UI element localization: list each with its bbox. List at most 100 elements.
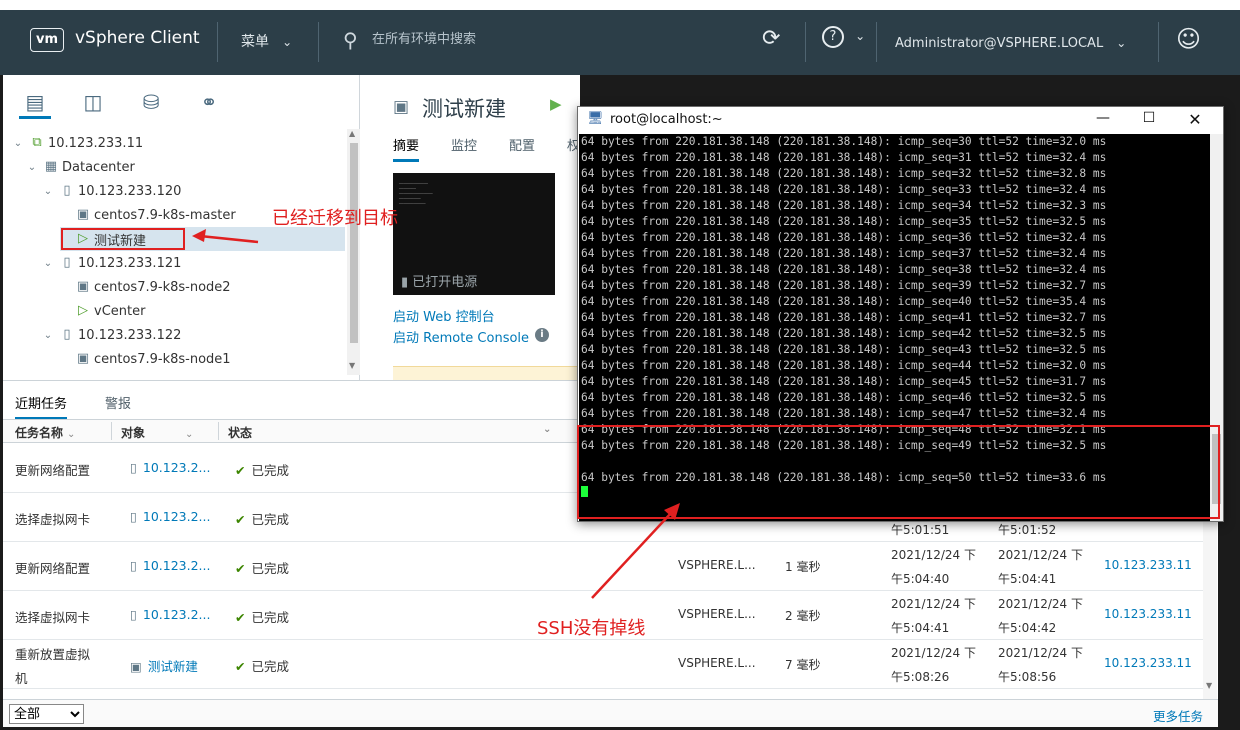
user-avatar-icon[interactable]: ☺ <box>1176 25 1201 53</box>
task-filter-select[interactable]: 全部 <box>9 704 84 724</box>
chevron-down-icon[interactable]: ⌄ <box>41 330 55 341</box>
tree-node-host[interactable]: ⌄ ▯ 10.123.233.122 <box>41 324 182 346</box>
chevron-down-icon[interactable]: ⌄ <box>11 138 25 149</box>
tree-node-vcenter[interactable]: ⌄ ⧉ 10.123.233.11 <box>11 132 143 154</box>
power-state-label: 已打开电源 <box>412 275 478 290</box>
close-icon[interactable]: ✕ <box>1175 110 1215 129</box>
search-input[interactable] <box>372 28 672 50</box>
terminal-line: 64 bytes from 220.181.38.148 (220.181.38… <box>581 391 1107 404</box>
tree-node-label: 10.123.233.11 <box>48 135 144 151</box>
vm-powered-on-icon: ▷ <box>78 303 88 318</box>
host-icon: ▯ <box>63 183 71 198</box>
console-thumbnail[interactable]: ──────────── ─────── ────────────── ───────… <box>393 173 555 295</box>
tree-node-vm[interactable]: ▣ centos7.9-k8s-master <box>75 204 236 226</box>
annotation-highlight-box <box>577 425 1220 519</box>
tree-node-vm[interactable]: ▣ centos7.9-k8s-node1 <box>75 348 231 370</box>
task-server-link[interactable]: 10.123.233.11 <box>1104 558 1192 572</box>
chevron-down-icon: ⌄ <box>185 429 194 440</box>
vm-icon: ▣ <box>76 351 90 366</box>
hosts-clusters-icon[interactable]: ▤ <box>19 87 51 119</box>
column-header-object[interactable]: 对象 ⌄ <box>121 424 193 441</box>
user-label: Administrator@VSPHERE.LOCAL <box>895 36 1104 51</box>
terminal-line: 64 bytes from 220.181.38.148 (220.181.38… <box>581 327 1107 340</box>
tasks-footer: 全部 更多任务 <box>3 699 1218 727</box>
task-object-link[interactable]: ▯ 10.123.2... <box>130 460 210 475</box>
column-divider[interactable] <box>111 422 112 440</box>
power-on-icon[interactable]: ▶ <box>550 95 562 113</box>
terminal-line: 64 bytes from 220.181.38.148 (220.181.38… <box>581 375 1107 388</box>
task-start-time: 午5:04:40 <box>891 572 950 586</box>
tree-node-host[interactable]: ⌄ ▯ 10.123.233.120 <box>41 180 182 202</box>
scrollbar-thumb[interactable] <box>350 143 358 343</box>
task-completion-time: 午5:08:56 <box>998 670 1057 684</box>
tree-scrollbar[interactable]: ▲ ▼ <box>347 129 361 375</box>
menu-button[interactable]: 菜单 ⌄ <box>241 31 292 51</box>
annotation-migrated: 已经迁移到目标 <box>272 208 398 229</box>
task-status-label: 已完成 <box>251 463 289 478</box>
help-menu[interactable]: ? ⌄ <box>822 25 865 48</box>
page-title: 测试新建 <box>422 97 506 121</box>
task-completion-time: 2021/12/24 下 <box>998 646 1083 660</box>
task-object-label: 10.123.2... <box>142 558 211 573</box>
user-menu[interactable]: Administrator@VSPHERE.LOCAL ⌄ <box>895 32 1126 51</box>
task-server-link[interactable]: 10.123.233.11 <box>1104 656 1192 670</box>
task-status: ✔ 已完成 <box>235 558 289 577</box>
menu-label: 菜单 <box>241 34 269 50</box>
vms-templates-icon[interactable]: ◫ <box>77 87 109 119</box>
task-object-label: 10.123.2... <box>142 460 211 475</box>
task-status: ✔ 已完成 <box>235 656 289 675</box>
chevron-down-icon[interactable]: ⌄ <box>25 162 39 173</box>
checkmark-icon: ✔ <box>235 463 246 478</box>
terminal-line: 64 bytes from 220.181.38.148 (220.181.38… <box>581 279 1107 292</box>
task-object-link[interactable]: ▯ 10.123.2... <box>130 607 210 622</box>
table-row[interactable]: 更新网络配置 ▯ 10.123.2... ✔ 已完成 VSPHERE.L... 1 … <box>3 542 1203 591</box>
table-row[interactable]: 重新放置虚拟 机 ▣ 测试新建 ✔ 已完成 VSPHERE.L... 7 毫秒 20… <box>3 640 1203 689</box>
tree-node-vm[interactable]: ▣ centos7.9-k8s-node2 <box>75 276 231 298</box>
tree-node-host[interactable]: ⌄ ▯ 10.123.233.121 <box>41 252 182 274</box>
info-icon[interactable]: i <box>535 328 549 342</box>
launch-remote-console-link[interactable]: 启动 Remote Console <box>393 327 529 346</box>
task-server-link[interactable]: 10.123.233.11 <box>1104 607 1192 621</box>
task-object-label: 10.123.2... <box>142 607 211 622</box>
refresh-icon[interactable]: ⟳ <box>762 26 780 51</box>
chevron-down-icon[interactable]: ⌄ <box>41 186 55 197</box>
task-object-label: 10.123.2... <box>142 509 211 524</box>
chevron-down-icon[interactable]: ⌄ <box>41 258 55 269</box>
maximize-icon[interactable]: ☐ <box>1129 110 1169 126</box>
checkmark-icon: ✔ <box>235 610 246 625</box>
tree-node-datacenter[interactable]: ⌄ ▦ Datacenter <box>25 156 135 178</box>
column-header-task-name[interactable]: 任务名称 ⌄ <box>15 424 75 441</box>
chevron-down-icon: ⌄ <box>1116 36 1127 50</box>
more-tasks-link[interactable]: 更多任务 <box>1153 706 1203 725</box>
minimize-icon[interactable]: — <box>1083 110 1123 126</box>
app-title: vSphere Client <box>75 28 200 48</box>
host-icon: ▯ <box>130 607 137 622</box>
tab-alarms[interactable]: 警报 <box>105 393 131 412</box>
task-status: ✔ 已完成 <box>235 607 289 626</box>
column-header-status[interactable]: 状态 <box>228 424 252 441</box>
chevron-down-icon[interactable]: ⌄ <box>543 424 551 435</box>
tab-recent-tasks[interactable]: 近期任务 <box>15 393 68 420</box>
task-object-link[interactable]: ▯ 10.123.2... <box>130 558 210 573</box>
tab-monitor[interactable]: 监控 <box>451 135 477 154</box>
tab-summary[interactable]: 摘要 <box>393 135 420 162</box>
scroll-down-icon[interactable]: ▼ <box>1206 681 1212 690</box>
terminal-line: 64 bytes from 220.181.38.148 (220.181.38… <box>581 359 1107 372</box>
task-object-link[interactable]: ▣ 测试新建 <box>130 656 198 675</box>
tab-configure[interactable]: 配置 <box>509 135 535 154</box>
scroll-down-icon[interactable]: ▼ <box>349 361 355 370</box>
terminal-line: 64 bytes from 220.181.38.148 (220.181.38… <box>581 295 1107 308</box>
task-status: ✔ 已完成 <box>235 509 289 528</box>
tree-node-vm[interactable]: ▷ vCenter <box>75 300 145 322</box>
tree-node-label: 10.123.233.120 <box>78 183 182 199</box>
terminal-titlebar[interactable]: 🖥 root@localhost:~ — ☐ ✕ <box>578 107 1223 134</box>
task-name: 选择虚拟网卡 <box>15 610 91 625</box>
scroll-up-icon[interactable]: ▲ <box>349 129 355 138</box>
task-name: 机 <box>15 671 28 686</box>
storage-icon[interactable]: ⛁ <box>135 87 167 119</box>
launch-web-console-link[interactable]: 启动 Web 控制台 <box>393 306 495 325</box>
terminal-line: 64 bytes from 220.181.38.148 (220.181.38… <box>581 311 1107 324</box>
network-icon[interactable]: ⚭ <box>193 87 225 119</box>
column-divider[interactable] <box>218 422 219 440</box>
task-object-link[interactable]: ▯ 10.123.2... <box>130 509 210 524</box>
